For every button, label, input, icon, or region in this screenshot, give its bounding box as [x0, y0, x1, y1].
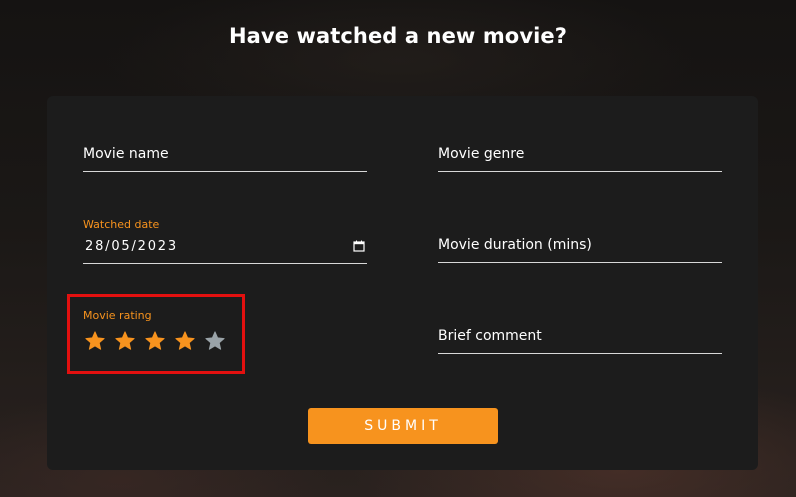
calendar-icon[interactable]	[353, 240, 365, 252]
star-filled-icon[interactable]	[114, 330, 136, 352]
movie-rating-highlight: Movie rating	[67, 294, 245, 374]
movie-duration-field[interactable]: Movie duration (mins)	[438, 234, 722, 263]
watched-date-field[interactable]: Watched date 28/05/2023	[83, 218, 367, 264]
page-title: Have watched a new movie?	[228, 24, 568, 48]
watched-date-label: Watched date	[83, 218, 160, 231]
star-filled-icon[interactable]	[144, 330, 166, 352]
movie-name-field[interactable]: Movie name	[83, 144, 367, 172]
star-filled-icon[interactable]	[174, 330, 196, 352]
brief-comment-label: Brief comment	[438, 328, 542, 344]
brief-comment-field[interactable]: Brief comment	[438, 326, 722, 354]
movie-genre-field[interactable]: Movie genre	[438, 144, 722, 172]
submit-button[interactable]: SUBMIT	[308, 408, 498, 444]
movie-name-label: Movie name	[83, 146, 169, 162]
movie-genre-label: Movie genre	[438, 146, 525, 162]
star-empty-icon[interactable]	[204, 330, 226, 352]
watched-date-value: 28/05/2023	[85, 239, 178, 254]
movie-duration-label: Movie duration (mins)	[438, 237, 592, 253]
star-filled-icon[interactable]	[84, 330, 106, 352]
movie-rating-label: Movie rating	[83, 309, 152, 322]
star-rating[interactable]	[84, 330, 226, 352]
